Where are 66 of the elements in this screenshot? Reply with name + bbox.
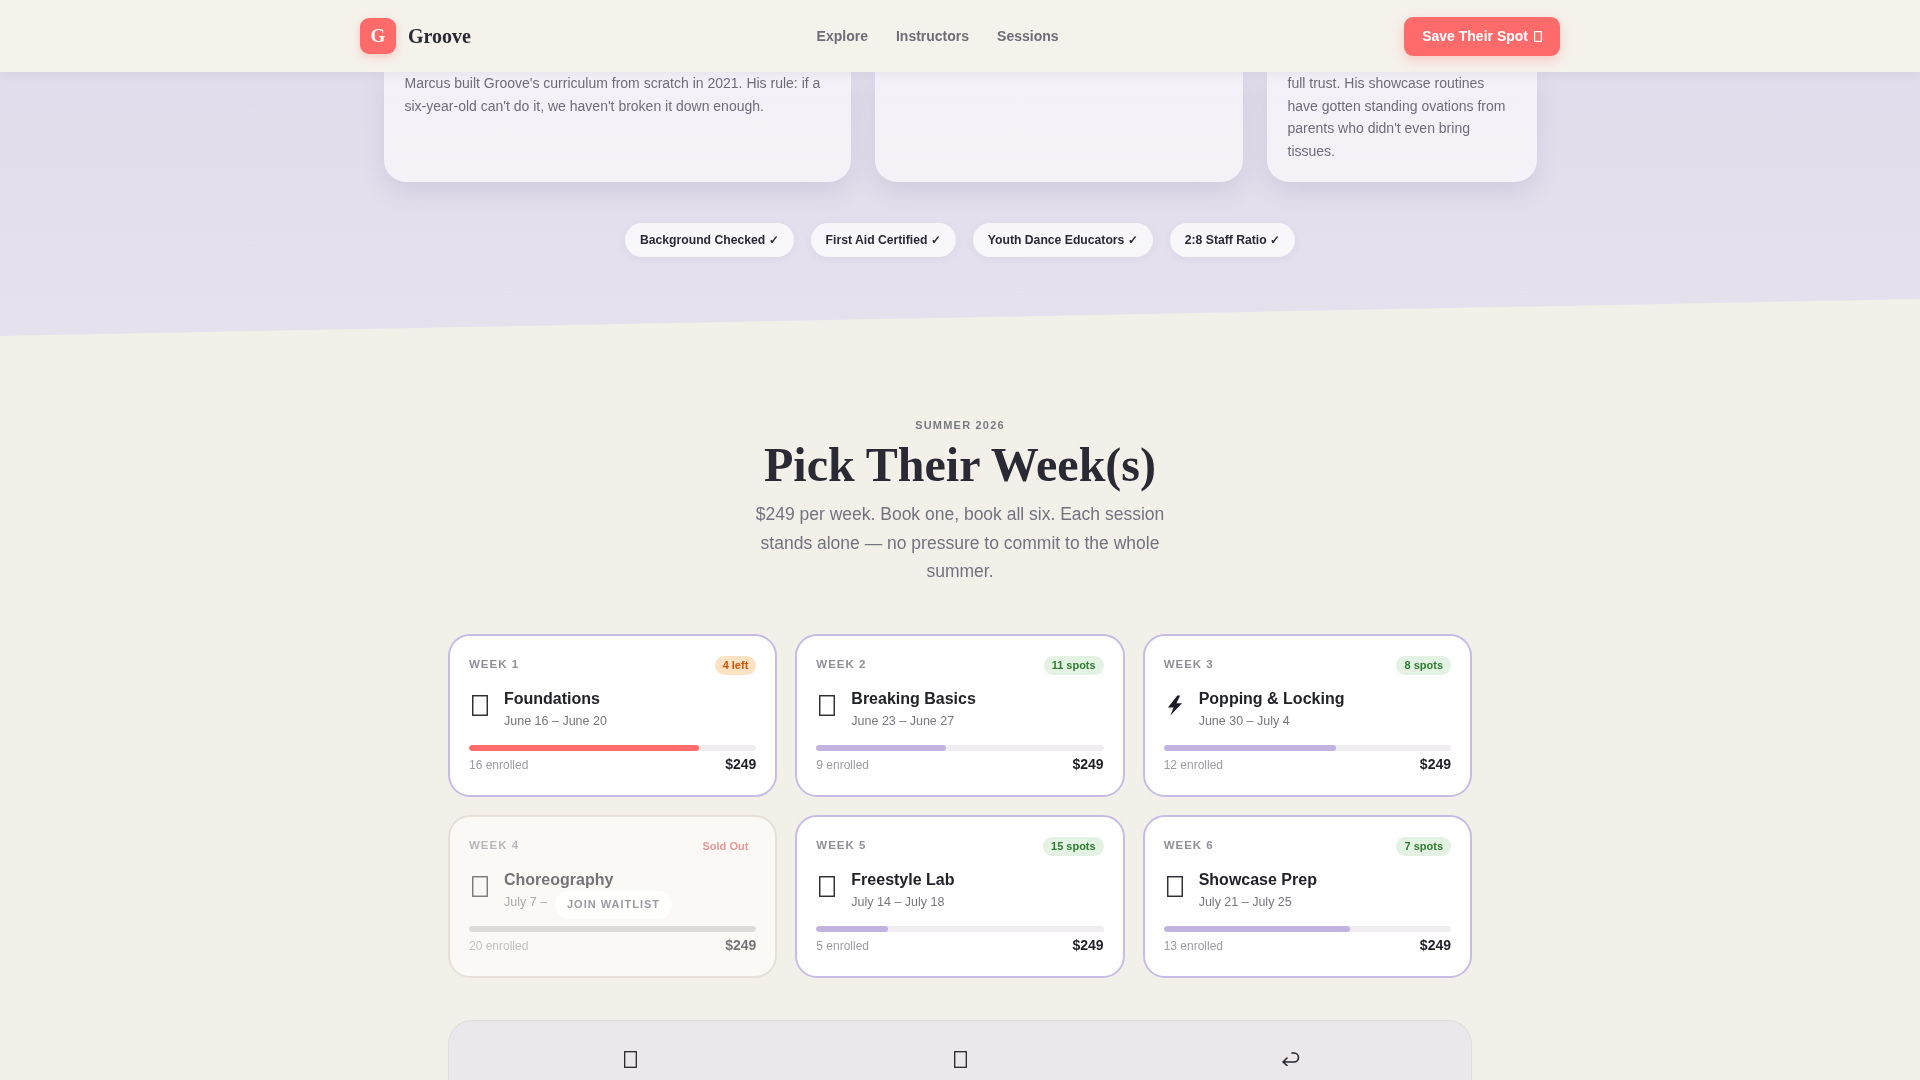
availability-tag: Sold Out (694, 836, 757, 856)
box-outline-icon (819, 875, 836, 897)
session-price: $249 (725, 935, 757, 954)
session-price: $249 (1072, 935, 1104, 954)
session-title: Foundations (504, 688, 600, 709)
box-outline-icon (472, 875, 488, 897)
box-outline-icon (623, 1050, 637, 1068)
week-card[interactable]: WEEK 6 7 spots Showcase Prep July 21 – July 25 13 enrolled $249 (1142, 814, 1472, 978)
week-label: WEEK 2 (816, 657, 867, 673)
session-dates: June 23 – June 27 (851, 712, 955, 730)
brand-logo: G (360, 18, 396, 54)
session-title: Choreography (504, 869, 614, 890)
nav-link[interactable]: Explore (816, 25, 868, 47)
session-dates: July 7 – (504, 893, 548, 911)
session-price: $249 (725, 754, 757, 773)
week-card[interactable]: WEEK 4 Sold Out Choreography July 7 – 20 enrolled $249 JOIN WAITLIST (448, 814, 778, 978)
credential-tag: First Aid Certified ✓ (810, 223, 956, 257)
enrolled-count: 9 enrolled (816, 756, 870, 773)
lightning-bolt-icon (1166, 694, 1183, 716)
brand-name[interactable]: Groove (408, 21, 471, 51)
instructor-bio: full trust. His showcase routines have gotten standing ovations from parents who didn't even bring tissues. (1287, 74, 1507, 161)
section-heading: Pick Their Week(s) (763, 437, 1157, 494)
session-title: Showcase Prep (1198, 869, 1317, 890)
availability-tag: 11 spots (1043, 655, 1104, 675)
section-eyebrow: SUMMER 2026 (914, 418, 1006, 433)
instructor-bio: Marcus built Groove's curriculum from scratch in 2021. His rule: if a six-year-old can't do it, we haven't broken it down enough. (404, 74, 822, 116)
credential-tag: 2:8 Staff Ratio ✓ (1169, 223, 1296, 257)
box-outline-icon (1534, 30, 1542, 42)
session-price: $249 (1072, 754, 1104, 773)
enrolled-count: 13 enrolled (1163, 937, 1224, 954)
session-title: Popping & Locking (1198, 688, 1345, 709)
week-label: WEEK 1 (469, 657, 520, 673)
box-outline-icon (819, 694, 836, 716)
section-subtitle: $249 per week. Book one, book all six. Each session stands alone — no pressure to commit to the whole summer. (754, 503, 1166, 583)
nav-link[interactable]: Sessions (997, 25, 1059, 47)
session-dates: July 14 – July 18 (851, 893, 945, 911)
session-dates: July 21 – July 25 (1198, 893, 1292, 911)
enrolled-count: 5 enrolled (816, 937, 870, 954)
session-price: $249 (1419, 754, 1451, 773)
box-outline-icon (472, 694, 488, 716)
week-card[interactable]: WEEK 2 11 spots Breaking Basics June 23 – June 27 9 enrolled $249 (795, 633, 1125, 797)
week-label: WEEK 3 (1163, 657, 1214, 673)
availability-tag: 15 spots (1043, 836, 1104, 856)
enrolled-count: 12 enrolled (1163, 756, 1224, 773)
enrolled-count: 20 enrolled (469, 937, 529, 954)
nav-link[interactable]: Instructors (895, 25, 970, 47)
session-dates: June 30 – July 4 (1198, 712, 1290, 730)
week-label: WEEK 4 (469, 838, 520, 854)
session-price: $249 (1419, 935, 1451, 954)
box-outline-icon (953, 1050, 967, 1068)
availability-tag: 7 spots (1396, 836, 1451, 856)
session-dates: June 16 – June 20 (504, 712, 607, 730)
session-title: Freestyle Lab (851, 869, 955, 890)
week-card[interactable]: WEEK 3 8 spots Popping & Locking June 30 – July 4 12 enrolled $249 (1142, 633, 1472, 797)
box-outline-icon (1166, 875, 1183, 897)
week-label: WEEK 5 (816, 838, 867, 854)
credential-tag: Youth Dance Educators ✓ (972, 223, 1153, 257)
week-label: WEEK 6 (1163, 838, 1214, 854)
session-title: Breaking Basics (851, 688, 976, 709)
availability-tag: 8 spots (1396, 655, 1451, 675)
return-arrow-icon (1280, 1050, 1300, 1066)
week-card[interactable]: WEEK 5 15 spots Freestyle Lab July 14 – July 18 5 enrolled $249 (795, 814, 1125, 978)
enrolled-count: 16 enrolled (469, 756, 529, 773)
week-card[interactable]: WEEK 1 4 left Foundations June 16 – June 20 16 enrolled $249 (448, 633, 778, 797)
credential-tag: Background Checked ✓ (624, 223, 794, 257)
availability-tag: 4 left (714, 655, 757, 675)
